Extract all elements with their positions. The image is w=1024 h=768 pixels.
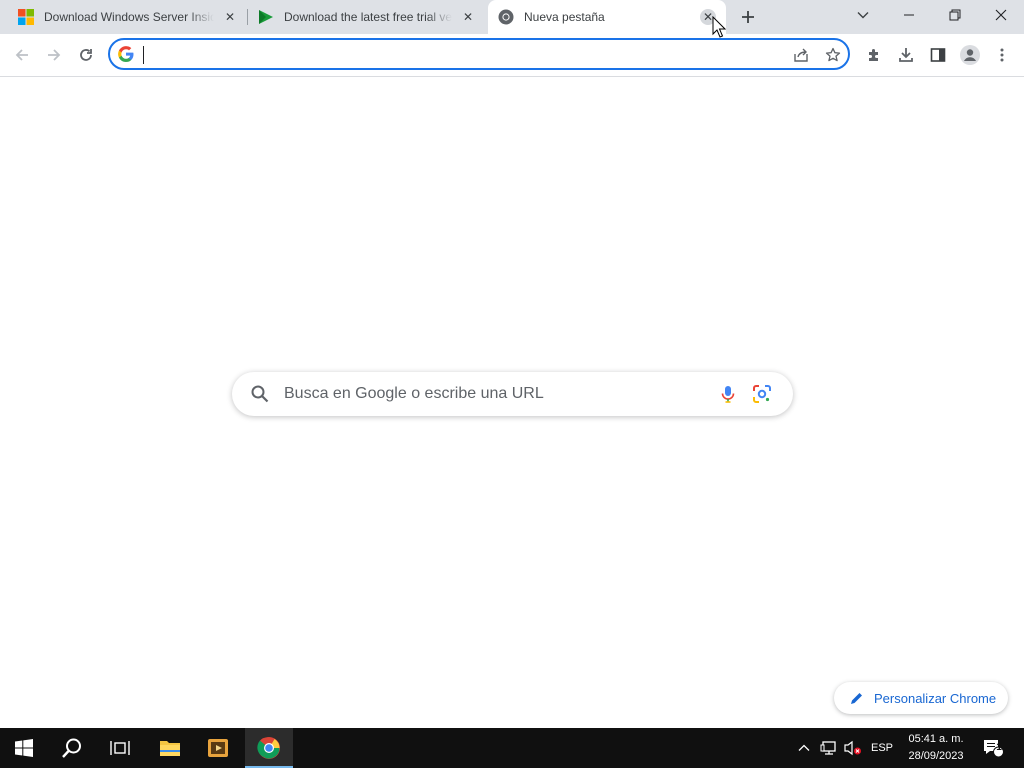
chrome-logo-icon [498,9,514,25]
customize-chrome-button[interactable]: Personalizar Chrome [834,682,1008,714]
download-icon [899,48,913,62]
customize-label: Personalizar Chrome [874,690,997,706]
language-label: ESP [870,742,893,754]
clock[interactable]: 05:41 a. m. 28/09/2023 [898,731,974,765]
search-placeholder: Busca en Google o escribe una URL [284,385,544,402]
green-play-icon [258,9,274,25]
show-hidden-icons-button[interactable] [794,728,814,768]
google-g-icon [118,46,134,67]
side-panel-button[interactable] [922,39,954,71]
minimize-icon [904,14,914,16]
ntp-search-box[interactable]: Busca en Google o escribe una URL [232,372,793,416]
tab-close-icon[interactable]: ✕ [460,9,476,25]
task-view-icon [110,741,130,755]
tab-free-trial[interactable]: Download the latest free trial version ✕ [248,0,486,34]
close-icon [995,9,1007,21]
notification-count: 1 [996,742,1002,753]
search-icon [250,384,270,409]
arrow-left-icon [15,49,28,61]
back-button[interactable] [6,39,38,71]
profile-button[interactable] [954,39,986,71]
share-icon[interactable] [790,44,812,66]
volume-button[interactable] [842,728,864,768]
volume-muted-icon [844,740,861,756]
plus-icon [742,11,754,23]
kebab-menu-icon [1000,48,1004,62]
forward-button[interactable] [38,39,70,71]
tab-title: Download Windows Server Insider Preview [44,10,214,24]
reload-icon [80,49,92,61]
avatar-icon [960,45,980,65]
omnibox-input[interactable] [144,42,768,68]
close-window-button[interactable] [978,0,1024,30]
network-button[interactable] [818,728,840,768]
arrow-right-icon [48,49,61,61]
clock-time: 05:41 a. m. [908,733,964,745]
microphone-icon[interactable] [718,384,738,409]
restore-button[interactable] [932,0,978,30]
extensions-button[interactable] [858,39,890,71]
search-taskbar-button[interactable] [48,728,96,768]
tab-new-tab[interactable]: Nueva pestaña ✕ [488,0,726,34]
file-explorer-button[interactable] [146,728,194,768]
tab-close-icon[interactable]: ✕ [222,9,238,25]
bookmark-star-icon[interactable] [822,44,844,66]
chrome-taskbar-button[interactable] [245,728,293,768]
chevron-up-icon [798,744,810,751]
tab-search-button[interactable] [840,0,886,30]
address-bar[interactable] [108,38,850,70]
mouse-cursor-icon [712,15,727,43]
windows-logo-icon [18,9,34,25]
start-button[interactable] [0,728,48,768]
language-indicator[interactable]: ESP [866,728,898,768]
reload-button[interactable] [70,39,102,71]
start-icon [15,739,33,757]
network-icon [820,741,836,755]
clock-date: 28/09/2023 [908,750,964,762]
tab-windows-server[interactable]: Download Windows Server Insider Preview … [0,0,248,34]
browser-toolbar [0,34,1024,77]
media-app-icon [208,739,228,757]
action-center-button[interactable]: 1 [978,728,1008,768]
minimize-button[interactable] [886,0,932,30]
file-explorer-icon [160,741,180,756]
tab-title: Nueva pestaña [524,10,605,24]
chrome-menu-button[interactable] [986,39,1018,71]
media-app-button[interactable] [194,728,242,768]
chrome-icon [257,737,280,759]
side-panel-icon [930,48,946,62]
downloads-button[interactable] [890,39,922,71]
pencil-icon [850,691,864,705]
search-icon [62,738,81,758]
puzzle-icon [869,49,878,61]
tab-strip: Download Windows Server Insider Preview … [0,0,1024,34]
new-tab-button[interactable] [736,5,760,29]
restore-icon [949,9,961,21]
windows-taskbar: ESP 05:41 a. m. 28/09/2023 1 [0,728,1024,768]
task-view-button[interactable] [96,728,144,768]
google-lens-icon[interactable] [752,384,772,409]
chevron-down-icon [857,12,869,19]
tab-title: Download the latest free trial version [284,10,452,24]
